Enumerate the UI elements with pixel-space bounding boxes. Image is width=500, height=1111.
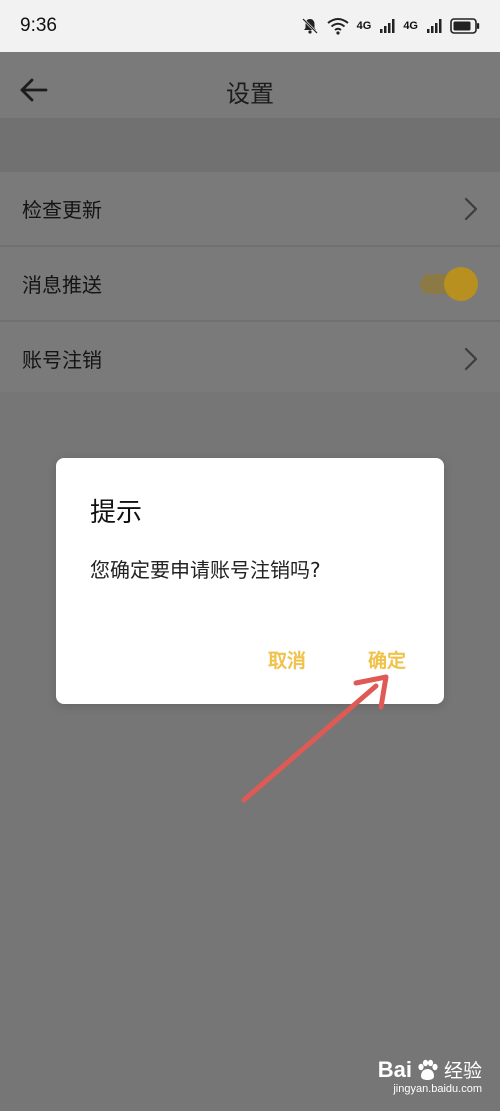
signal-icon-2	[427, 19, 442, 33]
setting-label: 消息推送	[22, 273, 102, 297]
watermark-brand: Bai 经验	[378, 1056, 482, 1083]
push-toggle[interactable]	[420, 266, 478, 301]
watermark-brand-left: Bai	[377, 1056, 412, 1082]
toggle-knob	[444, 266, 478, 301]
setting-push-notifications: 消息推送	[0, 247, 500, 322]
settings-list: 检查更新 消息推送 账号注销	[0, 172, 500, 395]
bell-muted-icon	[301, 18, 318, 34]
network-type-label: 4G	[356, 20, 372, 32]
status-bar: 9:36 4G 4G	[0, 0, 500, 52]
signal-icon	[380, 19, 395, 33]
status-time: 9:36	[20, 15, 57, 36]
watermark-domain: jingyan.baidu.com	[393, 1083, 482, 1095]
confirm-button[interactable]: 确定	[368, 646, 406, 673]
chevron-right-icon	[464, 197, 478, 221]
setting-check-update[interactable]: 检查更新	[0, 172, 500, 247]
chevron-right-icon	[464, 347, 478, 371]
baidu-jingyan-watermark: Bai 经验 jingyan.baidu.com	[378, 1056, 482, 1096]
setting-account-cancel[interactable]: 账号注销	[0, 322, 500, 395]
wifi-icon	[327, 18, 349, 35]
dialog-title: 提示	[90, 498, 143, 528]
dialog-message: 您确定要申请账号注销吗?	[90, 558, 321, 582]
battery-icon	[450, 18, 480, 34]
section-divider	[0, 118, 500, 172]
confirm-dialog: 提示 您确定要申请账号注销吗? 取消 确定	[56, 458, 444, 704]
cancel-button[interactable]: 取消	[268, 646, 306, 673]
setting-label: 账号注销	[22, 348, 102, 372]
paw-logo-icon	[418, 1059, 438, 1080]
page-header: 设置	[0, 52, 500, 126]
page-title: 设置	[226, 80, 274, 108]
status-icons: 4G 4G	[301, 17, 480, 35]
watermark-brand-right: 经验	[443, 1061, 482, 1082]
network-type-label-2: 4G	[403, 20, 418, 32]
setting-label: 检查更新	[22, 198, 102, 222]
